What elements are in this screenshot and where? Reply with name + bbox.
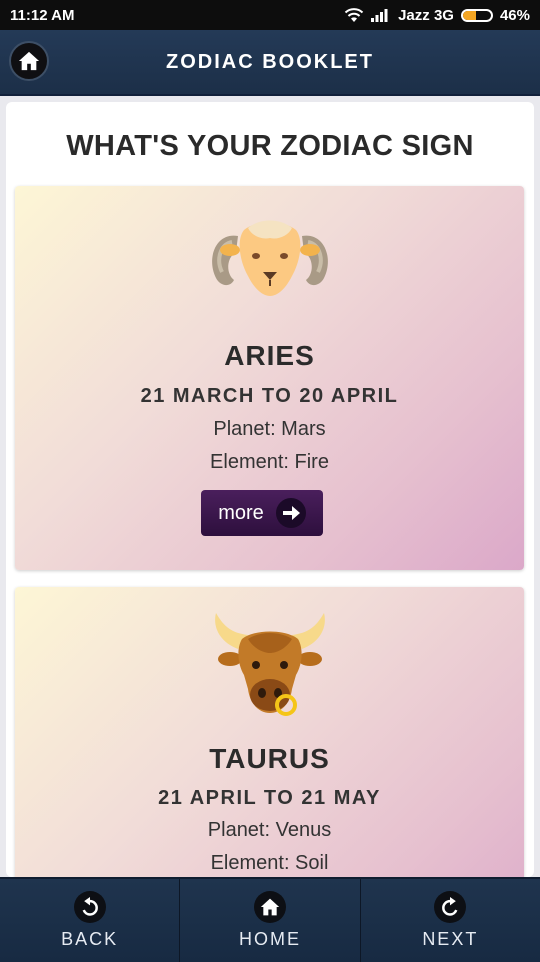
signal-icon [371,9,388,22]
carrier-label: Jazz 3G [398,6,454,24]
more-button-label: more [218,501,264,524]
battery-icon [460,8,493,22]
header-home-button[interactable] [9,41,49,81]
more-button[interactable]: more [201,490,323,536]
bottom-nav: BACK HOME NEXT [0,877,540,962]
nav-next-label: NEXT [422,929,479,949]
sign-card-aries[interactable]: ARIES 21 MARCH TO 20 APRIL Planet: Mars … [15,186,524,570]
sign-dates: 21 APRIL TO 21 MAY [158,787,381,809]
sign-element: Element: Soil [210,852,329,874]
forward-icon [434,891,467,923]
status-time: 11:12 AM [10,6,75,24]
nav-back-button[interactable]: BACK [0,879,179,962]
arrow-right-icon [275,498,306,528]
home-icon [253,891,286,923]
back-icon [73,891,106,923]
sign-planet: Planet: Venus [207,819,332,841]
nav-back-label: BACK [61,929,119,949]
sign-name: ARIES [224,340,315,371]
page-title: WHAT'S YOUR ZODIAC SIGN [66,130,474,162]
header-title: ZODIAC BOOKLET [166,50,374,73]
home-icon [18,51,40,71]
nav-next-button[interactable]: NEXT [359,879,540,962]
ram-icon [211,220,328,296]
battery-level [462,10,476,20]
sign-planet: Planet: Mars [213,418,326,440]
bull-icon [214,613,325,716]
content-panel[interactable]: WHAT'S YOUR ZODIAC SIGN ARIES 21 MARCH T… [6,102,534,877]
sign-dates: 21 MARCH TO 20 APRIL [140,385,399,407]
app-header: ZODIAC BOOKLET [0,30,540,96]
status-bar: 11:12 AM Jazz 3G 46% [0,0,540,30]
status-indicators: Jazz 3G 46% [344,7,530,24]
nav-home-label: HOME [238,929,301,949]
battery-percent: 46% [499,6,530,24]
sign-card-taurus[interactable]: TAURUS 21 APRIL TO 21 MAY Planet: Venus … [15,587,524,877]
nav-home-button[interactable]: HOME [179,879,359,962]
sign-name: TAURUS [209,743,330,774]
wifi-icon [344,8,364,22]
sign-element: Element: Fire [210,451,329,473]
